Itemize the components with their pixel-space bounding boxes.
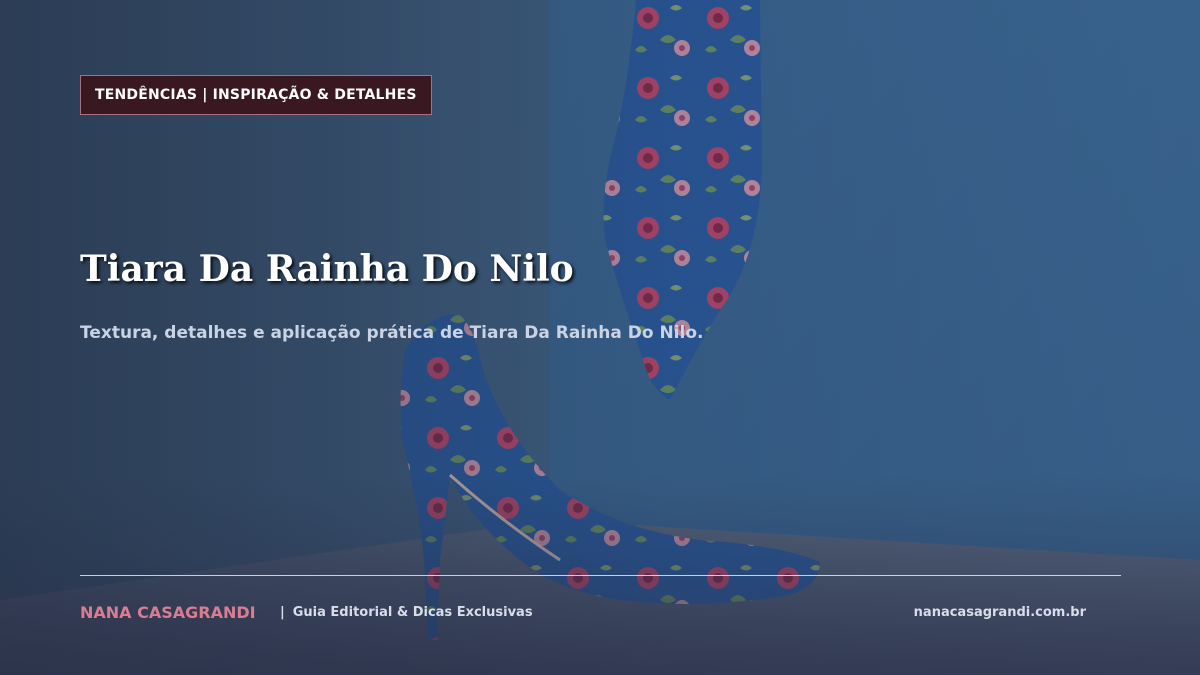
tagline-text: Guia Editorial & Dicas Exclusivas [292, 605, 533, 620]
page-subtitle: Textura, detalhes e aplicação prática de… [80, 323, 704, 343]
page-title: Tiara Da Rainha Do Nilo [80, 248, 574, 290]
brand-name[interactable]: NANA CASAGRANDI [80, 603, 256, 622]
tagline-separator: | [280, 605, 285, 620]
site-url-link[interactable]: nanacasagrandi.com.br [914, 605, 1086, 620]
footer-tagline: | Guia Editorial & Dicas Exclusivas [280, 605, 533, 620]
footer-divider [80, 575, 1121, 576]
category-badge[interactable]: TENDÊNCIAS | INSPIRAÇÃO & DETALHES [80, 75, 432, 115]
